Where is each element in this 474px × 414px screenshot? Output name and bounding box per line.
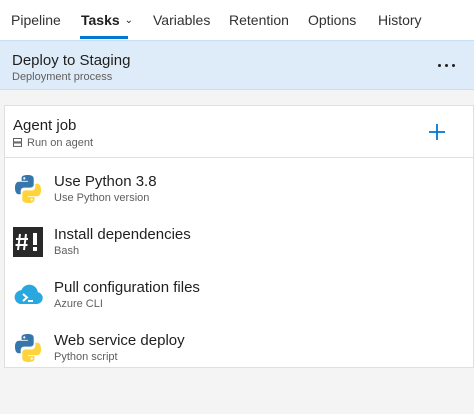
azure-cli-icon [14,284,43,304]
task-subtitle: Python script [54,351,118,363]
agent-job-title: Agent job [13,117,77,134]
more-dot-icon [445,64,448,67]
task-list-panel: Agent job Run on agent Use Python 3.8 Us… [4,105,474,368]
task-item[interactable]: Pull configuration files Azure CLI [5,267,473,319]
tab-pipeline[interactable]: Pipeline [11,12,61,28]
tab-options[interactable]: Options [308,12,356,28]
agent-job-subtitle: Run on agent [13,137,93,149]
more-options-button[interactable] [436,53,458,75]
tab-retention[interactable]: Retention [229,12,289,28]
tab-tasks-label: Tasks [81,12,120,28]
task-item[interactable]: Install dependencies Bash [5,214,473,266]
tab-tasks[interactable]: Tasks ⌄ [81,12,133,28]
tab-bar: Pipeline Tasks ⌄ Variables Retention Opti… [0,0,474,40]
python-icon [15,175,41,203]
stage-subtitle: Deployment process [12,71,113,83]
stage-header[interactable]: Deploy to Staging Deployment process [0,40,474,90]
task-subtitle: Azure CLI [54,298,103,310]
bash-icon [13,227,43,257]
server-icon [13,138,22,147]
stage-title: Deploy to Staging [12,52,131,69]
task-title: Install dependencies [54,226,191,243]
agent-job-row[interactable]: Agent job Run on agent [5,106,473,158]
task-subtitle: Bash [54,245,80,257]
empty-area [0,368,474,414]
chevron-down-icon[interactable]: ⌄ [125,15,133,26]
tab-history[interactable]: History [378,12,422,28]
task-item[interactable]: Web service deploy Python script [5,320,473,372]
task-title: Web service deploy [54,332,185,349]
python-icon [15,334,41,362]
add-task-button[interactable] [425,120,449,144]
tab-variables[interactable]: Variables [153,12,210,28]
more-dot-icon [452,64,455,67]
agent-job-subtitle-text: Run on agent [27,137,94,149]
more-dot-icon [438,64,441,67]
plus-icon [429,124,445,140]
task-item[interactable]: Use Python 3.8 Use Python version [5,161,473,213]
active-tab-indicator [80,36,128,39]
task-title: Use Python 3.8 [54,173,157,190]
task-title: Pull configuration files [54,279,200,296]
task-subtitle: Use Python version [54,192,150,204]
